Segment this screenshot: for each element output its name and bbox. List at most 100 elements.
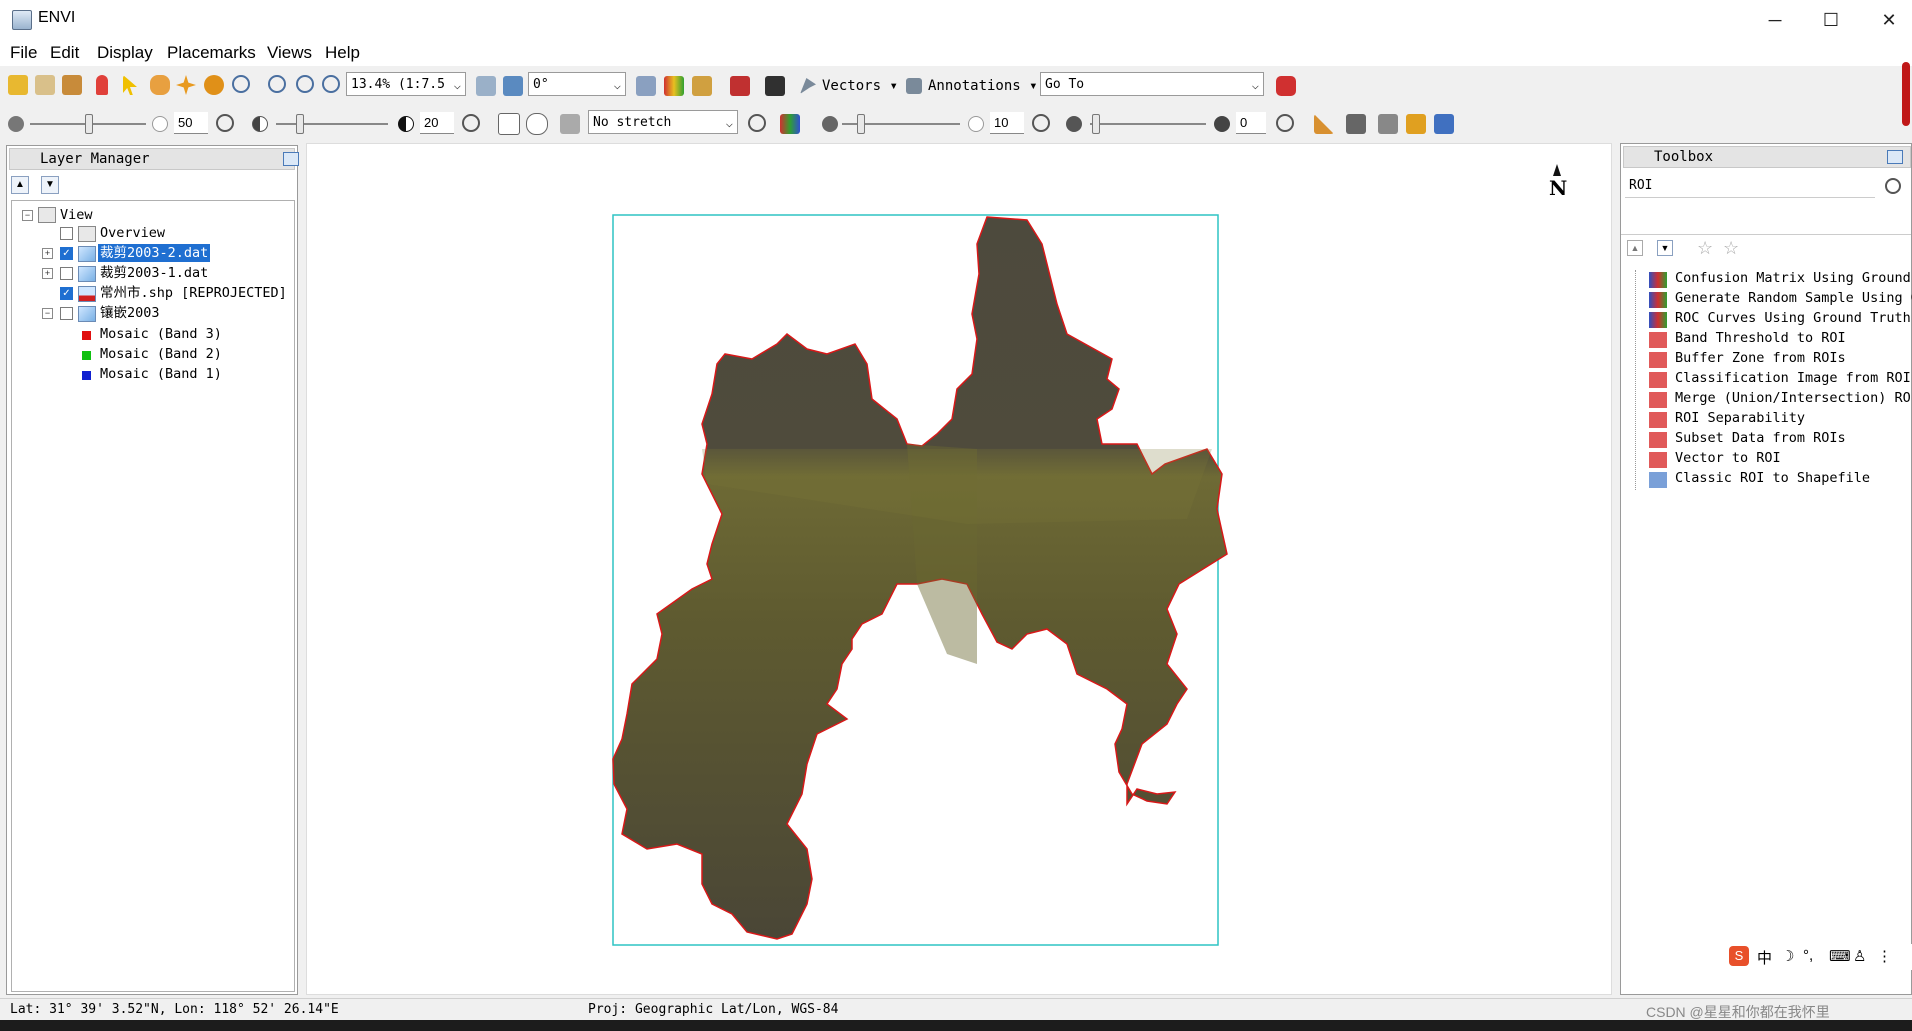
- brightness-value[interactable]: 50: [174, 112, 208, 134]
- roi-tool-icon[interactable]: [730, 76, 750, 96]
- add-favorite-icon[interactable]: ☆: [1723, 238, 1739, 259]
- keyboard-icon[interactable]: ⌨: [1829, 947, 1851, 965]
- portal-icon[interactable]: [1314, 114, 1334, 134]
- stretch-combo[interactable]: No stretch ⌵: [588, 110, 738, 134]
- rotate-right-icon[interactable]: [503, 76, 523, 96]
- refresh-icon[interactable]: [462, 114, 480, 132]
- annotations-dropdown[interactable]: Annotations ▾: [928, 78, 1038, 94]
- layer-changzhou-shp-checkbox[interactable]: ✓: [60, 287, 73, 300]
- view-blend-icon[interactable]: [1406, 114, 1426, 134]
- menu-file[interactable]: File: [10, 43, 37, 63]
- contrast-slider-thumb[interactable]: [296, 114, 304, 134]
- stretch-lock-icon[interactable]: [560, 114, 580, 134]
- overview-checkbox[interactable]: [60, 227, 73, 240]
- sogou-ime-icon[interactable]: S: [1729, 946, 1749, 966]
- refresh-icon[interactable]: [216, 114, 234, 132]
- tree-expand-icon[interactable]: +: [42, 268, 53, 279]
- zoom-icon[interactable]: [232, 75, 250, 93]
- spectral-profile-icon[interactable]: [664, 76, 684, 96]
- vector-create-icon[interactable]: [800, 78, 816, 94]
- map-canvas[interactable]: [307, 144, 1613, 996]
- chinese-mode-icon[interactable]: 中: [1757, 947, 1772, 968]
- tool-classic-roi-to-shapefile[interactable]: Classic ROI to Shapefile: [1675, 470, 1870, 486]
- menu-display[interactable]: Display: [97, 43, 153, 63]
- zoom-in-icon[interactable]: [268, 75, 286, 93]
- refresh-icon[interactable]: [748, 114, 766, 132]
- chip-view-icon[interactable]: [62, 75, 82, 95]
- histogram-icon[interactable]: [780, 114, 800, 134]
- sharpen-value[interactable]: 10: [990, 112, 1024, 134]
- tool-band-threshold[interactable]: Band Threshold to ROI: [1675, 330, 1846, 346]
- stretch-extent-icon[interactable]: [498, 113, 520, 135]
- goto-execute-icon[interactable]: [1276, 76, 1296, 96]
- panel-pin-icon[interactable]: [283, 152, 299, 166]
- expand-down-icon[interactable]: ▼: [41, 176, 59, 194]
- refresh-icon[interactable]: [1885, 178, 1901, 194]
- rotate-left-icon[interactable]: [476, 76, 496, 96]
- tool-buffer-zone[interactable]: Buffer Zone from ROIs: [1675, 350, 1846, 366]
- view-layout-icon[interactable]: [1434, 114, 1454, 134]
- layer-mosaic2003[interactable]: 镶嵌2003: [100, 304, 160, 322]
- stretch-view-icon[interactable]: [526, 113, 548, 135]
- tree-expand-icon[interactable]: +: [42, 248, 53, 259]
- measure-icon[interactable]: [692, 76, 712, 96]
- tool-roi-separability[interactable]: ROI Separability: [1675, 410, 1805, 426]
- toolbar-scroll-indicator[interactable]: [1902, 62, 1910, 126]
- rotate-icon[interactable]: [204, 75, 224, 95]
- tool-generate-random-sample[interactable]: Generate Random Sample Using Gr: [1675, 290, 1912, 306]
- pixel-locator-icon[interactable]: [765, 76, 785, 96]
- transparency-value[interactable]: 0: [1236, 112, 1266, 134]
- more-icon[interactable]: ⋮: [1877, 947, 1892, 965]
- layer-clip2003-1-checkbox[interactable]: [60, 267, 73, 280]
- user-icon[interactable]: ♙: [1853, 947, 1866, 965]
- view-swipe-icon[interactable]: [1378, 114, 1398, 134]
- goto-combo[interactable]: Go To ⌵: [1040, 72, 1264, 96]
- tool-confusion-matrix[interactable]: Confusion Matrix Using Ground Tr: [1675, 270, 1912, 286]
- layer-clip2003-2-checkbox[interactable]: ✓: [60, 247, 73, 260]
- layer-overview[interactable]: Overview: [100, 224, 165, 242]
- menu-edit[interactable]: Edit: [50, 43, 79, 63]
- pan-hand-icon[interactable]: [150, 75, 170, 95]
- refresh-icon[interactable]: [1032, 114, 1050, 132]
- menu-placemarks[interactable]: Placemarks: [167, 43, 256, 63]
- tree-collapse-icon[interactable]: −: [22, 210, 33, 221]
- minimize-button[interactable]: ─: [1752, 4, 1798, 36]
- annotation-icon[interactable]: [906, 78, 922, 94]
- tool-roc-curves[interactable]: ROC Curves Using Ground Truth R: [1675, 310, 1912, 326]
- tool-merge-rois[interactable]: Merge (Union/Intersection) ROIs: [1675, 390, 1912, 406]
- layer-clip2003-2[interactable]: 裁剪2003-2.dat: [98, 244, 211, 262]
- select-cursor-icon[interactable]: [123, 75, 137, 95]
- placemark-icon[interactable]: [96, 75, 108, 95]
- crosshair-icon[interactable]: [636, 76, 656, 96]
- image-view[interactable]: N: [306, 143, 1612, 995]
- fly-icon[interactable]: [176, 75, 196, 95]
- close-button[interactable]: ✕: [1866, 4, 1912, 36]
- vectors-dropdown[interactable]: Vectors ▾: [822, 78, 898, 94]
- collapse-up-icon[interactable]: ▲: [1627, 240, 1643, 256]
- punctuation-icon[interactable]: °,: [1803, 947, 1813, 964]
- zoom-combo[interactable]: 13.4% (1:7.5 ⌵: [346, 72, 466, 96]
- expand-down-icon[interactable]: ▼: [1657, 240, 1673, 256]
- moon-icon[interactable]: ☽: [1781, 947, 1794, 965]
- refresh-icon[interactable]: [1276, 114, 1294, 132]
- panel-pin-icon[interactable]: [1887, 150, 1903, 164]
- brightness-slider-thumb[interactable]: [85, 114, 93, 134]
- layer-changzhou-shp[interactable]: 常州市.shp [REPROJECTED]: [100, 284, 287, 302]
- data-manager-icon[interactable]: [35, 75, 55, 95]
- toolbox-search-input[interactable]: ROI: [1625, 174, 1875, 198]
- band-1-label[interactable]: Mosaic (Band 1): [100, 365, 222, 383]
- sharpen-slider-thumb[interactable]: [857, 114, 865, 134]
- open-file-icon[interactable]: [8, 75, 28, 95]
- band-3-label[interactable]: Mosaic (Band 3): [100, 325, 222, 343]
- layer-clip2003-1[interactable]: 裁剪2003-1.dat: [100, 264, 208, 282]
- favorite-star-icon[interactable]: ☆: [1697, 238, 1713, 259]
- tool-vector-to-roi[interactable]: Vector to ROI: [1675, 450, 1781, 466]
- contrast-slider-track[interactable]: [276, 123, 388, 125]
- zoom-out-icon[interactable]: [296, 75, 314, 93]
- tree-collapse-icon[interactable]: −: [42, 308, 53, 319]
- menu-help[interactable]: Help: [325, 43, 360, 63]
- view-flicker-icon[interactable]: [1346, 114, 1366, 134]
- tool-subset-data[interactable]: Subset Data from ROIs: [1675, 430, 1846, 446]
- contrast-value[interactable]: 20: [420, 112, 454, 134]
- rotation-combo[interactable]: 0° ⌵: [528, 72, 626, 96]
